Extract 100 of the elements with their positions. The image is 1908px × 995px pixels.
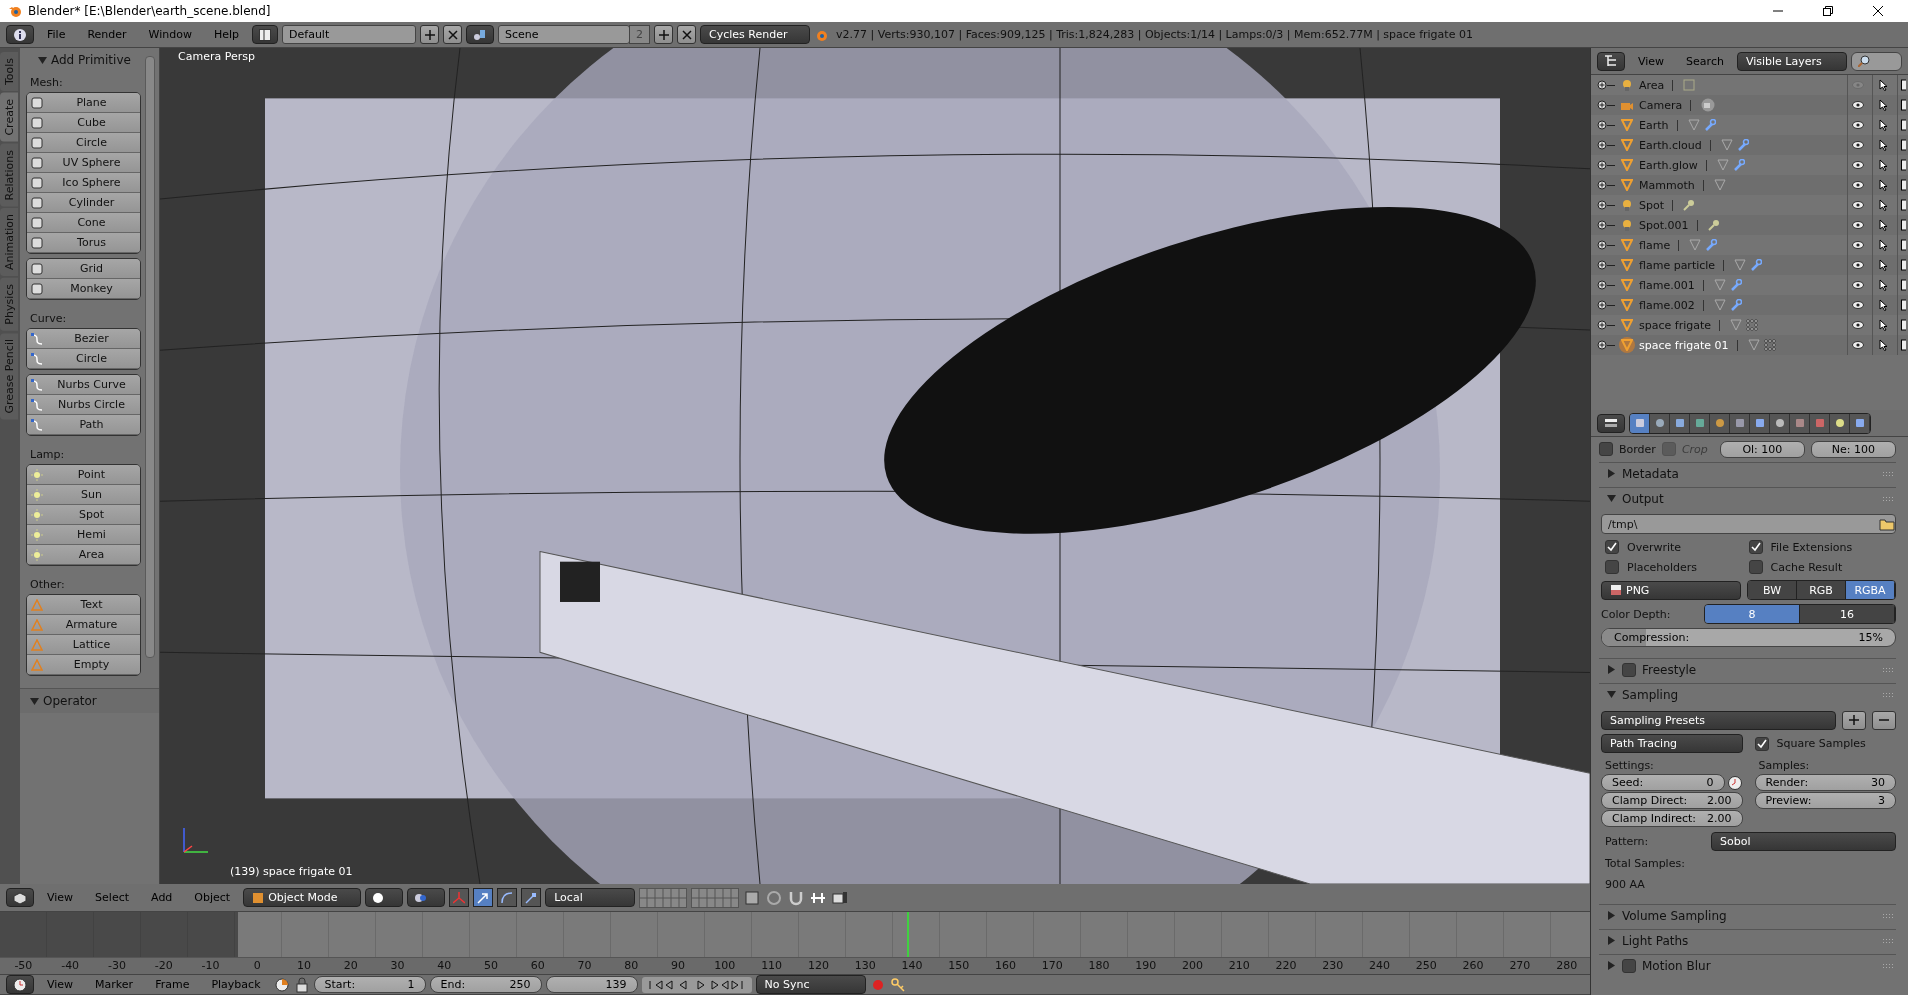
add-object-button[interactable]: Circle	[27, 349, 140, 369]
render-camera-icon[interactable]	[1900, 79, 1906, 91]
render-camera-icon[interactable]	[1900, 219, 1906, 231]
orientation-dropdown[interactable]: Local	[545, 888, 636, 907]
mode-dropdown[interactable]: Object Mode	[243, 888, 362, 907]
object-name[interactable]: space frigate	[1639, 318, 1712, 332]
drag-handle-icon[interactable]	[1882, 495, 1894, 502]
checkbox-label[interactable]: Overwrite	[1627, 540, 1682, 554]
search-field[interactable]	[1850, 51, 1902, 71]
collapsed-triangle-icon[interactable]	[1607, 961, 1616, 970]
render-camera-icon[interactable]	[1900, 139, 1906, 151]
collapsed-triangle-icon[interactable]	[1607, 665, 1616, 674]
render-engine-dropdown[interactable]: Cycles Render	[700, 25, 811, 44]
menu-item[interactable]: View	[1629, 54, 1674, 68]
render-camera-icon[interactable]	[1900, 259, 1906, 271]
manipulator-toggle[interactable]	[521, 888, 542, 907]
add-object-button[interactable]: Cube	[27, 113, 140, 133]
eye-icon[interactable]	[1852, 281, 1864, 289]
eye-icon[interactable]	[1852, 261, 1864, 269]
number-field[interactable]: Seed: 0	[1601, 774, 1725, 791]
pivot-dropdown[interactable]	[407, 888, 446, 907]
expand-plus-icon[interactable]	[1597, 320, 1607, 330]
editor-type-button[interactable]	[6, 888, 34, 907]
properties-tab[interactable]	[1650, 413, 1670, 433]
camera-data-icon[interactable]	[1701, 98, 1716, 112]
add-object-button[interactable]: Nurbs Circle	[27, 395, 140, 415]
expanded-triangle-icon[interactable]	[1607, 494, 1616, 503]
drag-handle-icon[interactable]	[1882, 666, 1894, 673]
cursor-icon[interactable]	[1878, 179, 1888, 191]
cursor-icon[interactable]	[1878, 319, 1888, 331]
output-path-field[interactable]: /tmp\	[1601, 514, 1896, 534]
add-object-button[interactable]: Lattice	[27, 635, 140, 655]
add-object-button[interactable]: Torus	[27, 233, 140, 253]
panel-header[interactable]: Light Paths	[1599, 929, 1896, 951]
panel-header[interactable]: Motion Blur	[1599, 954, 1896, 976]
expand-plus-icon[interactable]	[1597, 160, 1607, 170]
panel-title[interactable]: Add Primitive	[51, 53, 131, 67]
render-camera-icon[interactable]	[1900, 179, 1906, 191]
panel-header[interactable]: Metadata	[1599, 462, 1896, 484]
add-object-button[interactable]: Circle	[27, 133, 140, 153]
properties-tab[interactable]	[1670, 413, 1690, 433]
object-name[interactable]: Earth	[1639, 118, 1669, 132]
playback-controls-icon[interactable]	[641, 976, 752, 993]
cursor-icon[interactable]	[1878, 339, 1888, 351]
menu-item[interactable]: Playback	[202, 978, 270, 991]
properties-tab[interactable]	[1690, 413, 1710, 433]
expand-plus-icon[interactable]	[1597, 120, 1607, 130]
checkbox-label[interactable]: Square Samples	[1776, 737, 1866, 750]
lock-icon[interactable]	[293, 976, 310, 993]
cursor-icon[interactable]	[1878, 119, 1888, 131]
current-frame-field[interactable]: 139	[545, 976, 638, 993]
menu-item[interactable]: View	[38, 891, 83, 904]
expanded-triangle-icon[interactable]	[30, 696, 39, 706]
menu-item[interactable]: Object	[185, 891, 240, 904]
menu-item[interactable]: Help	[204, 28, 249, 41]
color-depth-option[interactable]: 8	[1705, 605, 1800, 623]
number-field[interactable]: Clamp Indirect: 2.00	[1601, 810, 1743, 827]
add-button[interactable]	[654, 25, 674, 44]
enable-checkbox[interactable]	[1622, 662, 1636, 677]
panel-header[interactable]: Sampling	[1599, 683, 1896, 705]
properties-tab[interactable]	[1790, 413, 1810, 433]
expand-plus-icon[interactable]	[1597, 300, 1607, 310]
spot-lamp-icon[interactable]	[1707, 219, 1720, 231]
expand-plus-icon[interactable]	[1597, 180, 1607, 190]
panel-header[interactable]: Freestyle	[1599, 658, 1896, 680]
eye-icon[interactable]	[1852, 321, 1864, 329]
expand-plus-icon[interactable]	[1597, 220, 1607, 230]
pattern-dropdown[interactable]: Sobol	[1711, 831, 1896, 851]
object-name[interactable]: Earth.glow	[1639, 158, 1698, 172]
expand-plus-icon[interactable]	[1597, 340, 1607, 350]
menu-item[interactable]: Frame	[146, 978, 199, 991]
outliner-row[interactable]: flame particle	[1591, 255, 1908, 275]
outliner-row[interactable]: Mammoth	[1591, 175, 1908, 195]
add-object-button[interactable]: Area	[27, 545, 140, 565]
editor-type-button[interactable]	[6, 975, 34, 994]
outliner-row[interactable]: space frigate 01	[1591, 335, 1908, 355]
object-name[interactable]: flame	[1639, 238, 1671, 252]
integrator-dropdown[interactable]: Path Tracing	[1601, 734, 1743, 753]
manipulator-toggle[interactable]	[449, 888, 470, 907]
layout-name-field[interactable]: Default	[282, 25, 417, 44]
eye-icon[interactable]	[1852, 181, 1864, 189]
panel-header[interactable]: Volume Sampling	[1599, 904, 1896, 926]
add-object-button[interactable]: Text	[27, 595, 140, 615]
checkbox-label[interactable]: Placeholders	[1627, 560, 1697, 574]
menu-item[interactable]: Select	[86, 891, 139, 904]
editor-type-button[interactable]	[1597, 51, 1625, 71]
drag-handle-icon[interactable]	[1882, 962, 1894, 969]
properties-tab[interactable]	[1830, 413, 1850, 433]
add-button[interactable]	[420, 25, 440, 44]
layout-browse-button[interactable]	[252, 25, 279, 44]
checkbox[interactable]	[1605, 560, 1619, 574]
lock-camera-icon[interactable]	[743, 888, 762, 907]
menu-item[interactable]: Search	[1677, 54, 1733, 68]
add-object-button[interactable]: Cone	[27, 213, 140, 233]
drag-handle-icon[interactable]	[1882, 691, 1894, 698]
add-object-button[interactable]: Spot	[27, 505, 140, 525]
render-camera-icon[interactable]	[1900, 319, 1906, 331]
viewport[interactable]: Camera Persp (139) space frigate 01	[160, 48, 1590, 884]
add-object-button[interactable]: Point	[27, 465, 140, 485]
outliner-row[interactable]: Earth.cloud	[1591, 135, 1908, 155]
